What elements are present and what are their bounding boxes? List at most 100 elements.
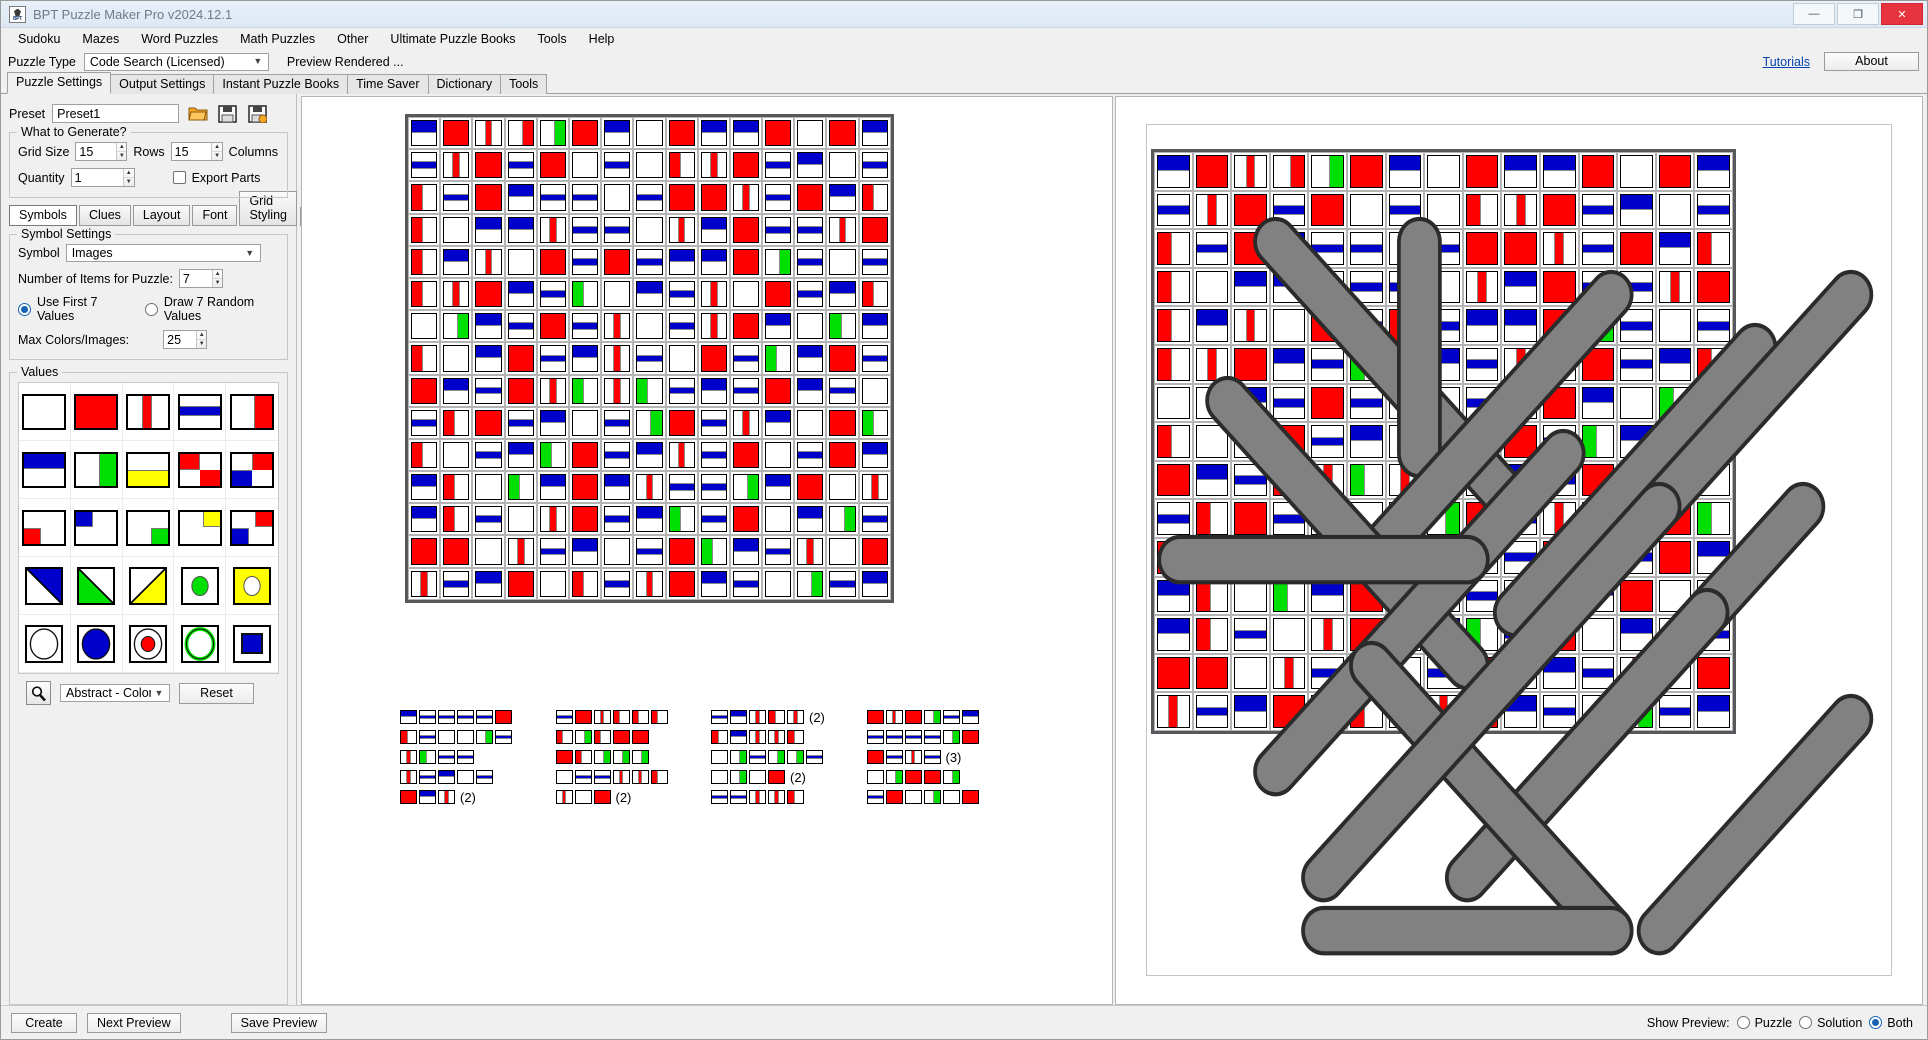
tab-instant-puzzle-books[interactable]: Instant Puzzle Books xyxy=(213,74,349,94)
grid-size-stepper[interactable]: ▲▼ xyxy=(75,142,128,161)
grid-cell xyxy=(794,149,827,182)
puzzle-radio[interactable] xyxy=(1736,1016,1750,1029)
solution-radio[interactable] xyxy=(1799,1016,1813,1029)
value-tile[interactable] xyxy=(19,441,71,499)
grid-cell xyxy=(1192,460,1232,500)
value-tile[interactable] xyxy=(19,383,71,441)
grid-size-spin-arrows[interactable]: ▲ ▼ xyxy=(116,143,127,160)
preview-rendered-label[interactable]: Preview Rendered ... xyxy=(287,55,404,69)
show-preview-option-both[interactable]: Both xyxy=(1869,1016,1913,1030)
menu-word-puzzles[interactable]: Word Puzzles xyxy=(130,29,229,49)
value-tile[interactable] xyxy=(70,383,123,441)
number-items-stepper[interactable]: ▲▼ xyxy=(178,269,223,288)
inner-tab-layout[interactable]: Layout xyxy=(132,205,191,226)
clue-word: (2) xyxy=(555,787,690,807)
minimize-icon[interactable]: — xyxy=(1793,3,1835,25)
quantity-input[interactable] xyxy=(71,169,123,186)
value-tile[interactable] xyxy=(70,615,123,673)
value-tile[interactable] xyxy=(122,441,175,499)
menu-ultimate-puzzle-books[interactable]: Ultimate Puzzle Books xyxy=(379,29,526,49)
about-button[interactable]: About xyxy=(1824,52,1919,71)
symbol-combo[interactable]: Images ▼ xyxy=(65,244,261,262)
value-tile[interactable] xyxy=(70,441,123,499)
next-preview-button[interactable]: Next Preview xyxy=(87,1012,181,1033)
rows-stepper[interactable]: ▲▼ xyxy=(170,142,223,161)
value-tile[interactable] xyxy=(122,383,175,441)
save-preview-button[interactable]: Save Preview xyxy=(230,1012,328,1033)
use-first-values-radio[interactable] xyxy=(18,302,31,316)
number-items-input[interactable] xyxy=(179,270,213,287)
max-colors-stepper[interactable]: ▲▼ xyxy=(163,330,208,349)
value-tile[interactable] xyxy=(174,499,227,557)
inner-tab-font[interactable]: Font xyxy=(192,205,238,226)
image-category-combo[interactable]: Abstract - Color ▼ xyxy=(60,684,170,702)
value-tile[interactable] xyxy=(70,499,123,557)
values-grid[interactable] xyxy=(18,382,279,674)
menu-other[interactable]: Other xyxy=(326,29,379,49)
maximize-icon[interactable]: ❐ xyxy=(1837,3,1879,25)
value-tile[interactable] xyxy=(122,557,175,615)
value-tile[interactable] xyxy=(174,383,227,441)
puzzle-preview-pane[interactable]: (2) (3) (2) (2) (2) xyxy=(301,96,1113,1005)
value-tile[interactable] xyxy=(226,499,278,557)
show-preview-option-solution[interactable]: Solution xyxy=(1799,1016,1862,1030)
value-tile[interactable] xyxy=(19,615,71,673)
export-parts-checkbox[interactable] xyxy=(172,171,186,184)
both-radio[interactable] xyxy=(1869,1016,1883,1029)
tab-time-saver[interactable]: Time Saver xyxy=(347,74,429,94)
save-icon[interactable] xyxy=(216,102,239,125)
values-group: Values Abstract - Color ▼ Reset xyxy=(9,365,288,1005)
tab-tools[interactable]: Tools xyxy=(500,74,548,94)
puzzle-type-combo[interactable]: Code Search (Licensed) ▼ xyxy=(83,52,269,71)
solution-preview-pane[interactable] xyxy=(1115,96,1923,1005)
value-tile[interactable] xyxy=(226,383,278,441)
close-icon[interactable]: ✕ xyxy=(1881,3,1923,25)
value-tile[interactable] xyxy=(19,499,71,557)
rows-spin-arrows[interactable]: ▲ ▼ xyxy=(211,143,222,160)
menu-help[interactable]: Help xyxy=(578,29,626,49)
number-items-spin-arrows[interactable]: ▲ ▼ xyxy=(212,270,222,287)
preset-input[interactable] xyxy=(52,104,180,123)
grid-cell xyxy=(408,438,441,472)
folder-open-icon[interactable] xyxy=(186,102,209,125)
quantity-spin-arrows[interactable]: ▲ ▼ xyxy=(122,169,134,186)
value-tile[interactable] xyxy=(122,615,175,673)
grid-cell xyxy=(762,471,795,504)
value-tile[interactable] xyxy=(122,499,175,557)
draw-random-values-radio[interactable] xyxy=(144,302,158,316)
inner-tab-clues[interactable]: Clues xyxy=(78,205,131,226)
inner-tab-symbols[interactable]: Symbols xyxy=(9,205,77,226)
quantity-stepper[interactable]: ▲▼ xyxy=(70,168,135,187)
show-preview-option-puzzle[interactable]: Puzzle xyxy=(1736,1016,1792,1030)
magnifier-icon[interactable] xyxy=(26,681,51,705)
value-tile[interactable] xyxy=(174,441,227,499)
value-tile[interactable] xyxy=(226,557,278,615)
tutorials-link[interactable]: Tutorials xyxy=(1763,55,1810,69)
grid-size-input[interactable] xyxy=(76,143,117,160)
grid-cell xyxy=(762,277,795,311)
tab-output-settings[interactable]: Output Settings xyxy=(110,74,215,94)
tab-puzzle-settings[interactable]: Puzzle Settings xyxy=(7,72,112,94)
reset-button[interactable]: Reset xyxy=(179,682,254,704)
grid-cell xyxy=(1694,537,1733,577)
max-colors-input[interactable] xyxy=(164,331,197,348)
value-tile[interactable] xyxy=(226,441,278,499)
create-button[interactable]: Create xyxy=(11,1012,77,1033)
menu-sudoku[interactable]: Sudoku xyxy=(7,29,71,49)
menu-tools[interactable]: Tools xyxy=(526,29,577,49)
value-tile[interactable] xyxy=(19,557,71,615)
save-as-icon[interactable] xyxy=(246,102,269,125)
max-colors-spin-arrows[interactable]: ▲ ▼ xyxy=(196,331,207,348)
menu-math-puzzles[interactable]: Math Puzzles xyxy=(229,29,326,49)
grid-cell xyxy=(601,503,634,536)
rows-input[interactable] xyxy=(171,143,212,160)
menu-mazes[interactable]: Mazes xyxy=(71,29,130,49)
value-tile[interactable] xyxy=(226,615,278,673)
value-tile[interactable] xyxy=(174,557,227,615)
value-tile[interactable] xyxy=(70,557,123,615)
grid-cell xyxy=(633,503,666,536)
tab-dictionary[interactable]: Dictionary xyxy=(427,74,502,94)
grid-cell xyxy=(504,310,537,343)
grid-cell xyxy=(472,181,505,214)
value-tile[interactable] xyxy=(174,615,227,673)
